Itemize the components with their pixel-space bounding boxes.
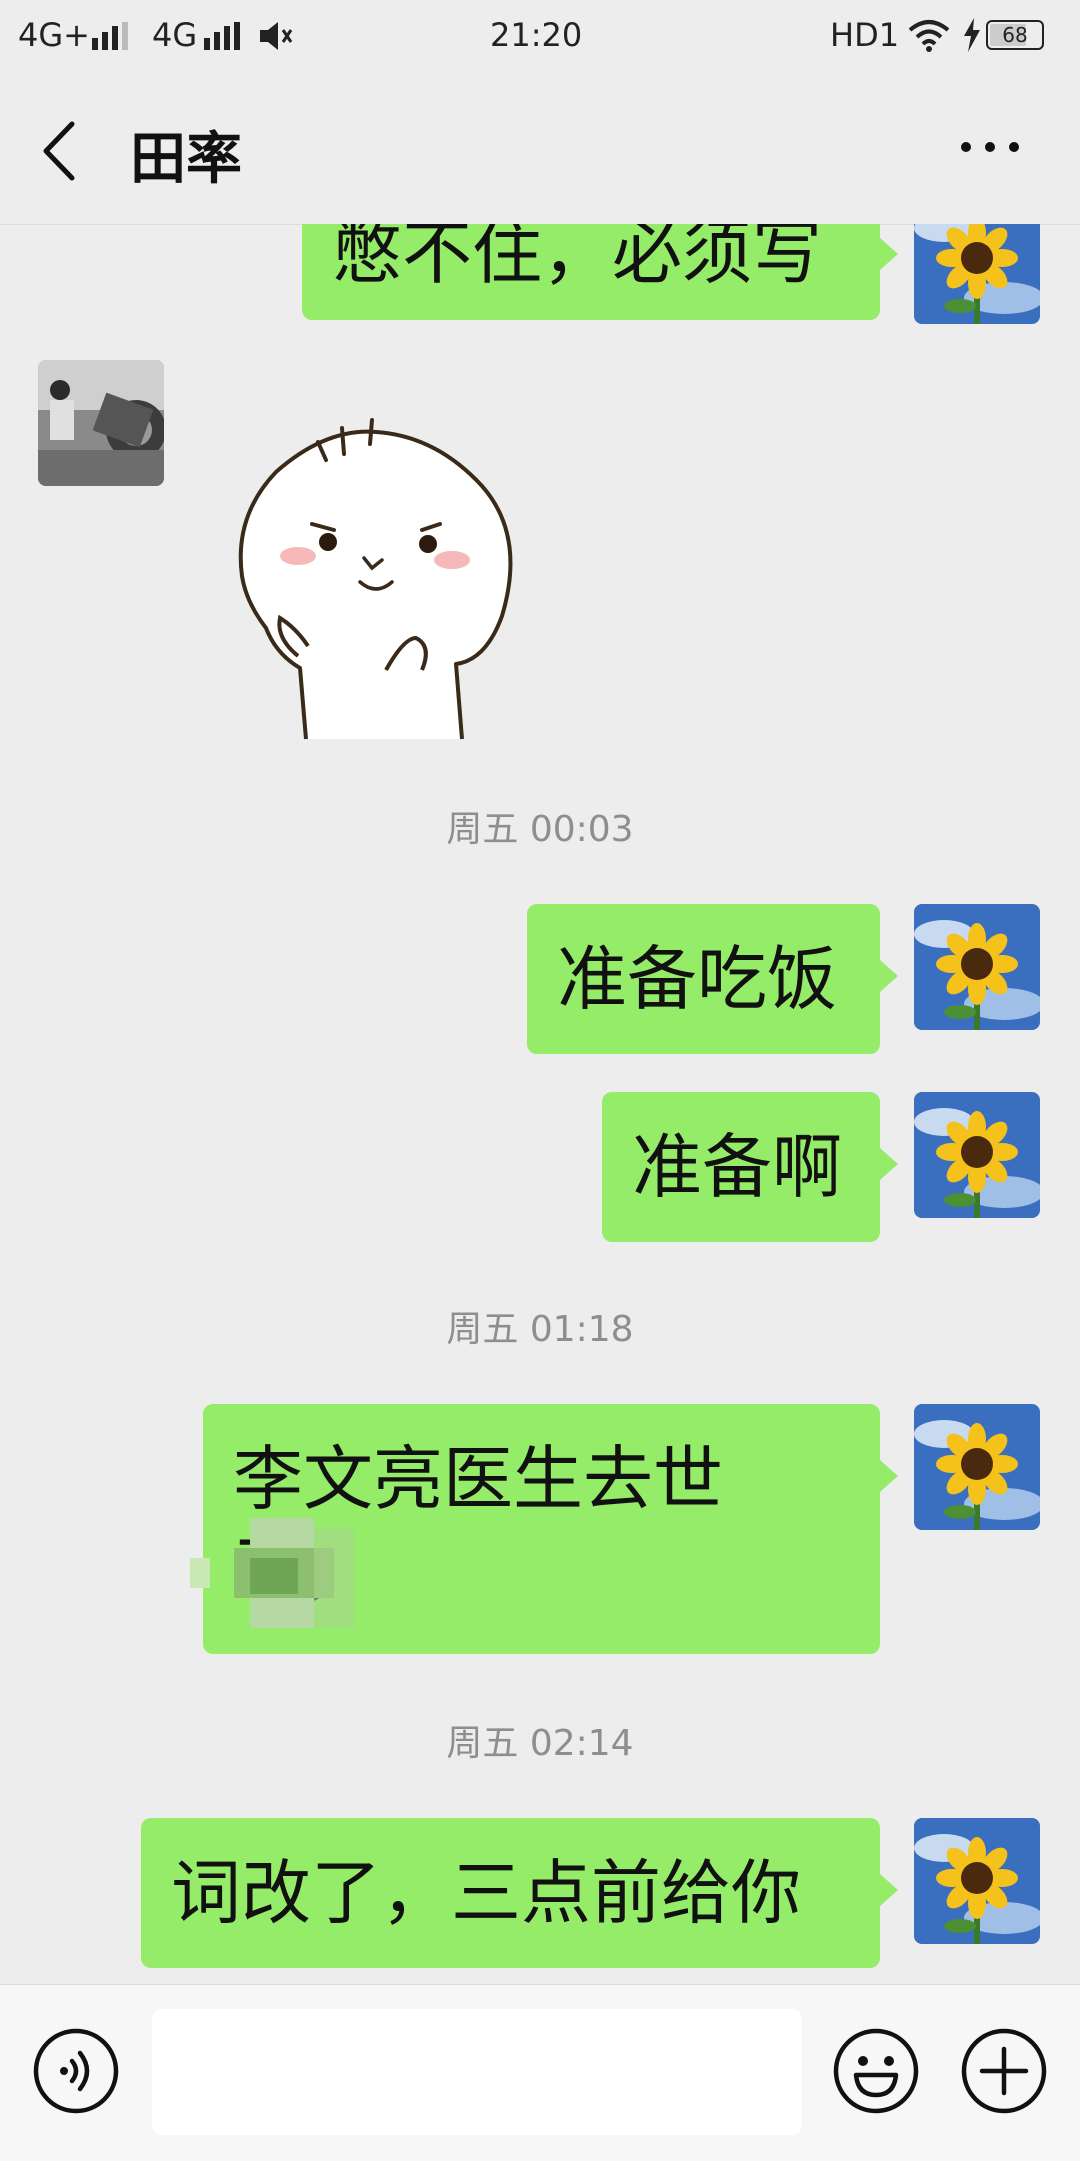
status-bar: 4G+ 4G 21:20 HD1 68: [0, 0, 1080, 74]
my-avatar[interactable]: [914, 1818, 1040, 1944]
message-bubble-outgoing[interactable]: 憋不住，必须写: [302, 224, 880, 320]
signal-label-1: 4G+: [18, 16, 90, 54]
sunflower-avatar-icon: [914, 1092, 1040, 1218]
contact-photo-icon: [38, 360, 164, 486]
signal-bars-icon: [204, 22, 240, 50]
bubble-tail: [880, 1874, 898, 1906]
bubble-tail: [880, 1148, 898, 1180]
pixelated-emoji: [190, 1508, 380, 1638]
sunflower-avatar-icon: [914, 1818, 1040, 1944]
my-avatar[interactable]: [914, 224, 1040, 324]
bubble-tail: [880, 1460, 898, 1492]
battery-level: 68: [1002, 23, 1028, 47]
message-text: 准备啊: [632, 1126, 842, 1208]
mute-icon: [260, 22, 293, 50]
message-input[interactable]: [152, 2009, 802, 2135]
back-icon[interactable]: [36, 116, 86, 186]
more-icon[interactable]: [958, 132, 1022, 162]
plus-icon[interactable]: [960, 2027, 1048, 2115]
battery-icon: 68: [986, 20, 1044, 50]
bubble-tail: [880, 960, 898, 992]
status-time: 21:20: [490, 16, 583, 54]
signal-bars-icon: [92, 22, 128, 50]
hd-label: HD1: [830, 16, 900, 54]
sunflower-avatar-icon: [914, 904, 1040, 1030]
contact-avatar[interactable]: [38, 360, 164, 486]
message-text: 词改了，三点前给你: [171, 1852, 801, 1934]
my-avatar[interactable]: [914, 904, 1040, 1030]
message-text: 准备吃饭: [557, 938, 837, 1020]
timestamp: 周五 00:03: [446, 809, 634, 850]
bubble-tail: [880, 238, 898, 270]
sunflower-avatar-icon: [914, 224, 1040, 324]
sunflower-avatar-icon: [914, 1404, 1040, 1530]
message-bubble-outgoing[interactable]: 准备吃饭: [527, 904, 880, 1054]
chat-title: 田率: [130, 127, 242, 192]
chat-header: 田率: [0, 74, 1080, 225]
my-avatar[interactable]: [914, 1092, 1040, 1218]
wifi-icon: [908, 20, 950, 52]
message-list[interactable]: 憋不住，必须写 周五 00:03 准备吃饭 准备啊 周五 01:18 李文亮医生…: [0, 224, 1080, 1984]
voice-icon[interactable]: [32, 2027, 120, 2115]
my-avatar[interactable]: [914, 1404, 1040, 1530]
message-text: 憋不住，必须写: [332, 224, 822, 294]
emoji-icon[interactable]: [832, 2027, 920, 2115]
timestamp: 周五 01:18: [446, 1309, 634, 1350]
message-bubble-outgoing[interactable]: 词改了，三点前给你: [141, 1818, 880, 1968]
signal-label-2: 4G: [152, 16, 198, 54]
message-bubble-outgoing[interactable]: 准备啊: [602, 1092, 880, 1242]
charging-icon: [964, 18, 980, 52]
timestamp: 周五 02:14: [446, 1723, 634, 1764]
input-bar: [0, 1984, 1080, 2161]
sticker-image[interactable]: [236, 406, 546, 742]
